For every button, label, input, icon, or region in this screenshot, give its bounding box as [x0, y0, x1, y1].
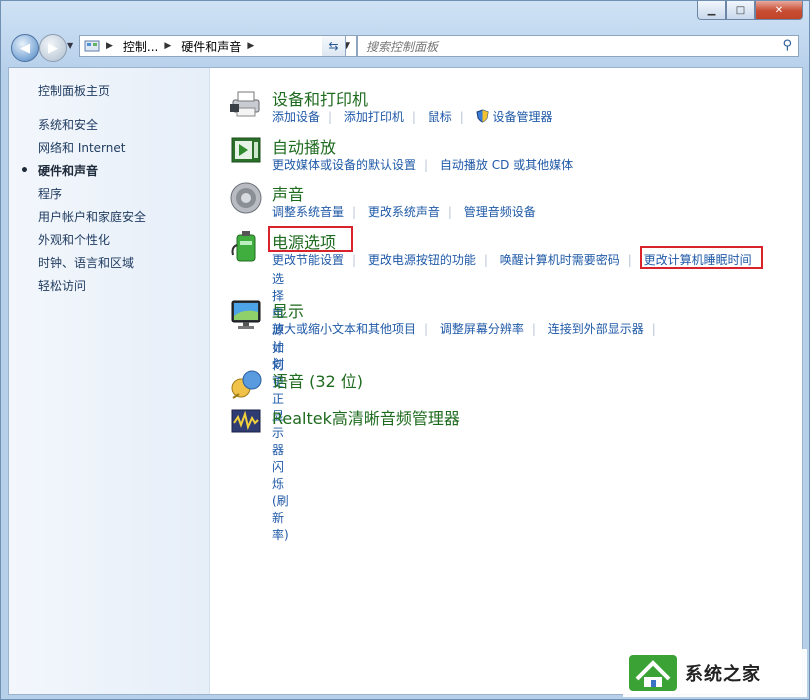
back-button[interactable]: ◀ [11, 34, 39, 62]
link-adjust-volume[interactable]: 调整系统音量 [272, 205, 344, 219]
category-links-sound: 调整系统音量 | 更改系统声音 | 管理音频设备 [272, 205, 536, 219]
audio-manager-icon[interactable] [229, 405, 263, 439]
sidebar-item-network[interactable]: 网络和 Internet [38, 137, 146, 160]
category-title-language[interactable]: 语音 (32 位) [272, 368, 363, 392]
content-area: 控制面板主页 系统和安全 网络和 Internet 硬件和声音 程序 用户帐户和… [8, 67, 803, 695]
link-connect-external-display[interactable]: 连接到外部显示器 [548, 322, 644, 336]
close-button[interactable]: ✕ [755, 1, 803, 20]
breadcrumb-separator-icon: ▶ [106, 41, 113, 51]
highlight-box-sleep-time [640, 246, 763, 269]
link-power-button-function[interactable]: 更改电源按钮的功能 [368, 253, 476, 267]
watermark: 系统之家 [623, 649, 807, 697]
category-links-devices: 添加设备 | 添加打印机 | 鼠标 | 设备管理器 [272, 109, 553, 124]
category-title-autoplay[interactable]: 自动播放 [272, 134, 336, 158]
battery-icon[interactable] [229, 229, 263, 263]
link-autoplay-cd[interactable]: 自动播放 CD 或其他媒体 [440, 158, 573, 172]
speaker-icon[interactable] [229, 181, 263, 215]
sidebar-list: 系统和安全 网络和 Internet 硬件和声音 程序 用户帐户和家庭安全 外观… [20, 114, 146, 298]
category-links-autoplay: 更改媒体或设备的默认设置 | 自动播放 CD 或其他媒体 [272, 158, 574, 172]
breadcrumb-hardware-sound[interactable]: 硬件和声音 [181, 38, 241, 55]
sidebar: 控制面板主页 系统和安全 网络和 Internet 硬件和声音 程序 用户帐户和… [9, 68, 210, 694]
control-panel-window: ▁ □ ✕ ◀ ▶ ▼ ▶ 控制... ▶ 硬件和声音 ▶ ▼ ⇆ ⚲ 控制面板… [0, 0, 810, 700]
sidebar-item-programs[interactable]: 程序 [38, 183, 146, 206]
link-device-manager[interactable]: 设备管理器 [493, 110, 553, 124]
category-title-sound[interactable]: 声音 [272, 181, 304, 205]
link-add-printer[interactable]: 添加打印机 [344, 110, 404, 124]
link-change-media-defaults[interactable]: 更改媒体或设备的默认设置 [272, 158, 416, 172]
sidebar-item-clock-region[interactable]: 时钟、语言和区域 [38, 252, 146, 275]
link-mouse[interactable]: 鼠标 [428, 110, 452, 124]
watermark-text: 系统之家 [685, 664, 761, 685]
sidebar-home-link[interactable]: 控制面板主页 [38, 82, 110, 99]
link-require-password-wake[interactable]: 唤醒计算机时需要密码 [500, 253, 620, 267]
sidebar-item-hardware-sound[interactable]: 硬件和声音 [20, 160, 146, 183]
link-change-sounds[interactable]: 更改系统声音 [368, 205, 440, 219]
speech-icon[interactable] [229, 368, 263, 402]
category-title-devices[interactable]: 设备和打印机 [272, 86, 368, 110]
address-bar[interactable]: ▶ 控制... ▶ 硬件和声音 ▶ ▼ [79, 35, 357, 57]
breadcrumb-separator-icon: ▶ [247, 41, 255, 51]
forward-button[interactable]: ▶ [39, 34, 67, 62]
refresh-button[interactable]: ⇆ [322, 35, 346, 57]
breadcrumb-control-panel[interactable]: 控制... [123, 38, 158, 55]
sidebar-item-appearance[interactable]: 外观和个性化 [38, 229, 146, 252]
recent-pages-dropdown[interactable]: ▼ [67, 41, 73, 50]
link-adjust-resolution[interactable]: 调整屏幕分辨率 [440, 322, 524, 336]
refresh-icon: ⇆ [328, 39, 339, 53]
sidebar-item-system-security[interactable]: 系统和安全 [38, 114, 146, 137]
link-manage-audio-devices[interactable]: 管理音频设备 [464, 205, 536, 219]
sidebar-item-ease-of-access[interactable]: 轻松访问 [38, 275, 146, 298]
uac-shield-icon [476, 109, 489, 123]
link-change-power-saving[interactable]: 更改节能设置 [272, 253, 344, 267]
link-resize-text[interactable]: 放大或缩小文本和其他项目 [272, 322, 416, 336]
search-icon[interactable]: ⚲ [782, 38, 792, 53]
highlight-box-power-title [268, 226, 353, 252]
control-panel-icon [84, 40, 100, 52]
monitor-icon[interactable] [229, 298, 263, 332]
category-title-realtek[interactable]: Realtek高清晰音频管理器 [272, 405, 460, 429]
maximize-button[interactable]: □ [726, 1, 755, 20]
autoplay-icon[interactable] [229, 134, 263, 168]
category-links-display: 放大或缩小文本和其他项目 | 调整屏幕分辨率 | 连接到外部显示器 | [272, 322, 656, 336]
printer-icon[interactable] [229, 86, 263, 120]
category-title-display[interactable]: 显示 [272, 298, 304, 322]
minimize-button[interactable]: ▁ [697, 1, 726, 20]
caption-buttons: ▁ □ ✕ [697, 1, 803, 20]
search-box: ⚲ [357, 35, 799, 57]
back-arrow-icon: ◀ [20, 40, 30, 56]
house-logo-icon [629, 655, 677, 691]
sidebar-item-user-accounts[interactable]: 用户帐户和家庭安全 [38, 206, 146, 229]
forward-arrow-icon: ▶ [48, 40, 58, 56]
main-panel: 设备和打印机 添加设备 | 添加打印机 | 鼠标 | 设备管理器 自动播放 更改… [223, 68, 802, 694]
search-input[interactable] [364, 37, 768, 57]
breadcrumb-separator-icon: ▶ [164, 41, 172, 51]
navigation-bar: ◀ ▶ ▼ ▶ 控制... ▶ 硬件和声音 ▶ ▼ ⇆ ⚲ [11, 32, 801, 62]
link-add-device[interactable]: 添加设备 [272, 110, 320, 124]
